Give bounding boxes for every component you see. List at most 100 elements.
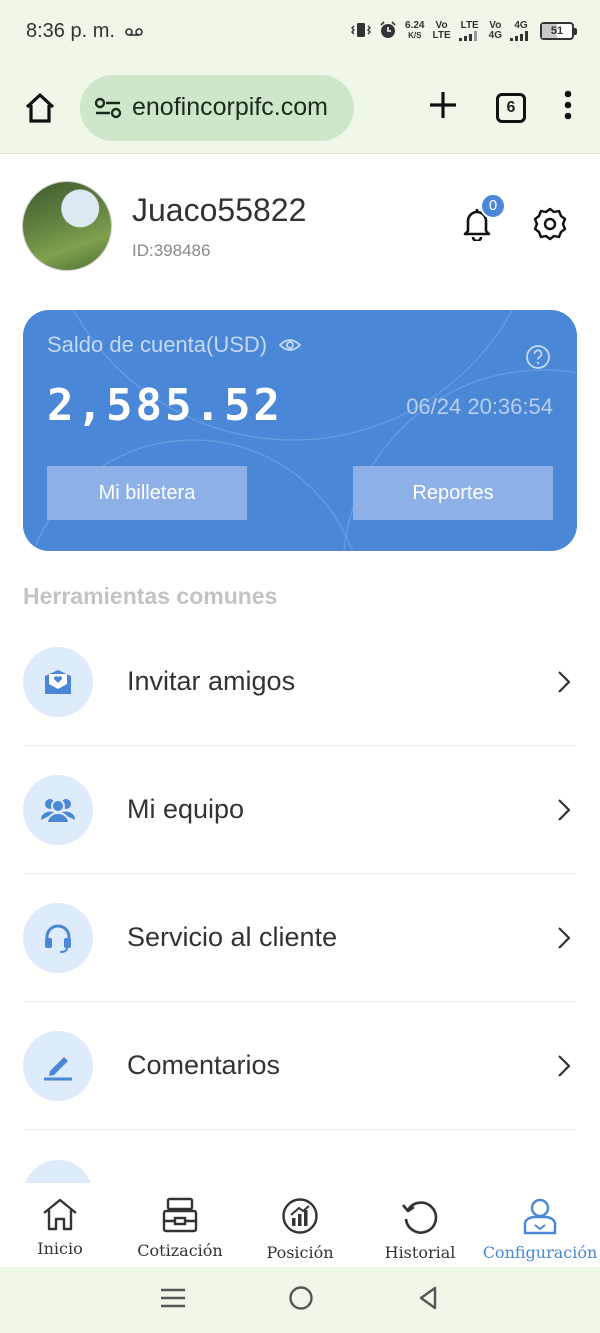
nav-position[interactable]: Posición xyxy=(240,1197,360,1262)
balance-card: Saldo de cuenta(USD) 2,585.52 06/24 20:3… xyxy=(23,310,577,551)
notifications-button[interactable]: 0 xyxy=(462,192,506,246)
sim1-volte-bottom: LTE xyxy=(432,30,451,41)
browser-actions: 6 xyxy=(428,90,582,125)
sim2-volte: Vo 4G xyxy=(489,21,502,41)
notification-count-badge: 0 xyxy=(480,192,506,219)
user-icon xyxy=(523,1198,557,1235)
sim1-type: LTE xyxy=(460,20,479,31)
tool-feedback[interactable]: Comentarios xyxy=(23,1002,577,1130)
back-triangle-icon xyxy=(419,1286,436,1309)
nav-label: Inicio xyxy=(37,1239,83,1258)
address-bar[interactable]: enofincorpifc.com xyxy=(80,74,354,141)
help-button[interactable] xyxy=(525,344,551,375)
profile-actions: 0 xyxy=(462,192,578,247)
voicemail-icon xyxy=(125,20,143,43)
inbox-icon xyxy=(162,1197,198,1233)
browser-menu-button[interactable] xyxy=(564,90,572,125)
more-vertical-icon xyxy=(564,90,572,120)
nav-label: Posición xyxy=(266,1243,334,1262)
chevron-right-icon xyxy=(558,1054,571,1077)
balance-timestamp: 06/24 20:36:54 xyxy=(406,394,553,419)
wallet-button[interactable]: Mi billetera xyxy=(47,466,247,520)
tools-section-title: Herramientas comunes xyxy=(23,583,278,609)
nav-quotes[interactable]: Cotización xyxy=(120,1197,240,1260)
circle-icon xyxy=(289,1285,313,1310)
nav-settings[interactable]: Configuración xyxy=(480,1197,600,1262)
nav-label: Configuración xyxy=(482,1243,598,1262)
tools-list: Invitar amigos Mi equipo Servicio al cli… xyxy=(23,618,577,1130)
signal-icon xyxy=(458,31,477,41)
reports-button[interactable]: Reportes xyxy=(353,466,553,520)
nav-label: Cotización xyxy=(137,1241,223,1260)
balance-label: Saldo de cuenta(USD) xyxy=(47,332,268,357)
tool-icon-circle xyxy=(23,902,93,973)
tool-icon-circle xyxy=(23,646,93,717)
system-home-button[interactable] xyxy=(288,1285,314,1316)
toggle-visibility-button[interactable] xyxy=(278,332,302,358)
net-speed: 6.24 K/S xyxy=(405,21,424,41)
plus-icon xyxy=(430,92,456,118)
tool-icon-circle xyxy=(23,1030,93,1101)
envelope-heart-icon xyxy=(45,669,71,694)
url-text: enofincorpifc.com xyxy=(132,93,328,121)
balance-label-row: Saldo de cuenta(USD) xyxy=(47,332,302,358)
tool-invite-friends[interactable]: Invitar amigos xyxy=(23,618,577,746)
nav-label: Historial xyxy=(384,1243,456,1262)
net-speed-unit: K/S xyxy=(408,31,422,40)
status-time: 8:36 p. m. xyxy=(26,19,115,42)
question-circle-icon xyxy=(526,345,550,369)
chart-growth-icon xyxy=(282,1198,318,1234)
profile-info: Juaco55822 ID:398486 xyxy=(132,192,306,261)
tool-customer-service[interactable]: Servicio al cliente xyxy=(23,874,577,1002)
tool-label: Mi equipo xyxy=(127,794,245,824)
nav-home[interactable]: Inicio xyxy=(0,1197,120,1258)
chevron-right-icon xyxy=(558,670,571,693)
sim2-signal: 4G xyxy=(510,21,532,41)
username: Juaco55822 xyxy=(132,191,307,228)
status-right: 6.24 K/S Vo LTE LTE Vo 4G 4G 51 xyxy=(351,20,577,42)
pencil-icon xyxy=(44,1056,72,1080)
alarm-icon xyxy=(379,20,397,42)
tool-label: Comentarios xyxy=(127,1050,281,1080)
eye-icon xyxy=(278,339,302,351)
net-speed-value: 6.24 xyxy=(405,20,425,31)
gear-icon xyxy=(533,207,567,240)
team-icon xyxy=(40,798,76,824)
recent-apps-button[interactable] xyxy=(161,1287,186,1314)
chevron-right-icon xyxy=(558,798,571,821)
headset-icon xyxy=(45,924,71,953)
battery-level: 51 xyxy=(550,25,564,37)
new-tab-button[interactable] xyxy=(428,90,458,125)
nav-history[interactable]: Historial xyxy=(360,1197,480,1262)
history-icon xyxy=(402,1201,438,1234)
browser-toolbar: enofincorpifc.com 6 xyxy=(0,62,600,154)
profile-header: Juaco55822 ID:398486 0 xyxy=(22,180,578,272)
home-icon xyxy=(43,1198,77,1231)
status-bar: 8:36 p. m. 6.24 K/S Vo LTE LTE Vo 4G 4G xyxy=(0,0,600,62)
browser-home-button[interactable] xyxy=(18,86,62,130)
signal-icon xyxy=(510,31,528,41)
settings-button[interactable] xyxy=(532,206,568,247)
sim2-type: 4G xyxy=(514,20,528,31)
chevron-right-icon xyxy=(558,926,571,949)
home-icon xyxy=(25,92,55,123)
system-navigation-bar xyxy=(0,1267,600,1333)
tool-icon-circle xyxy=(23,774,93,845)
sim1-volte: Vo LTE xyxy=(433,21,451,41)
system-back-button[interactable] xyxy=(417,1285,439,1316)
status-left: 8:36 p. m. xyxy=(26,20,143,43)
sim2-volte-bottom: 4G xyxy=(488,30,502,41)
battery-icon: 51 xyxy=(540,22,577,40)
tab-switcher-button[interactable]: 6 xyxy=(496,92,526,123)
tool-my-team[interactable]: Mi equipo xyxy=(23,746,577,874)
tool-label: Invitar amigos xyxy=(127,666,296,696)
tool-label: Servicio al cliente xyxy=(127,922,338,952)
avatar[interactable] xyxy=(22,181,112,271)
balance-amount: 2,585.52 xyxy=(47,380,283,431)
bottom-nav: Inicio Cotización Posición Historial Con… xyxy=(0,1183,600,1267)
menu-icon xyxy=(161,1288,186,1307)
vibrate-icon xyxy=(351,22,372,41)
user-id: ID:398486 xyxy=(132,240,211,260)
sim1-signal: LTE xyxy=(458,20,481,41)
site-settings-icon xyxy=(94,97,122,118)
